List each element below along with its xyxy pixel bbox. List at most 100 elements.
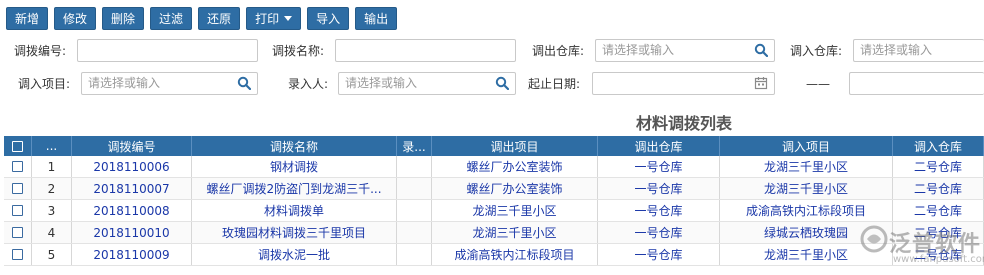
date-separator: —— <box>806 77 830 91</box>
row-code-link[interactable]: 2018110010 <box>72 222 192 243</box>
in-project-label: 调入项目: <box>18 77 71 91</box>
edit-button[interactable]: 修改 <box>54 6 97 30</box>
row-select-cell[interactable] <box>4 222 32 243</box>
table-header: ... 调拨编号 调拨名称 录... 调出项目 调出仓库 调入项目 调入仓库 <box>4 136 984 156</box>
select-all-cell[interactable] <box>4 136 32 156</box>
row-select-cell[interactable] <box>4 178 32 199</box>
row-index: 1 <box>32 156 72 177</box>
row-code-link[interactable]: 2018110006 <box>72 156 192 177</box>
logo-icon <box>860 225 888 253</box>
toolbar: 新增 修改 删除 过滤 还原 打印 导入 输出 <box>0 0 984 36</box>
in-warehouse-input[interactable]: 请选择或输入 <box>853 39 984 62</box>
search-icon[interactable] <box>237 76 251 90</box>
row-name-link[interactable]: 调拨水泥一批 <box>192 244 397 265</box>
row-in-warehouse: 二号仓库 <box>893 200 984 221</box>
header-index[interactable]: ... <box>32 136 72 156</box>
row-select-cell[interactable] <box>4 200 32 221</box>
row-out-warehouse: 一号仓库 <box>598 200 720 221</box>
row-index: 5 <box>32 244 72 265</box>
header-code[interactable]: 调拨编号 <box>72 136 192 156</box>
table-row[interactable]: 1 2018110006 钢材调拨 螺丝厂办公室装饰 一号仓库 龙湖三千里小区 … <box>4 156 984 178</box>
watermark-logo: 泛普软件 www.fanpusoft.com <box>855 222 984 272</box>
select-all-checkbox[interactable] <box>12 140 23 152</box>
calendar-icon[interactable] <box>754 76 768 90</box>
header-in-warehouse[interactable]: 调入仓库 <box>893 136 984 156</box>
start-date-input[interactable] <box>592 72 775 95</box>
transfer-code-label: 调拨编号: <box>14 44 67 58</box>
row-recorder <box>397 178 432 199</box>
in-warehouse-label: 调入仓库: <box>790 44 843 58</box>
row-select-cell[interactable] <box>4 156 32 177</box>
row-code-link[interactable]: 2018110007 <box>72 178 192 199</box>
row-out-warehouse: 一号仓库 <box>598 156 720 177</box>
import-button-label: 导入 <box>316 11 341 26</box>
search-icon[interactable] <box>754 43 768 57</box>
row-select-cell[interactable] <box>4 244 32 265</box>
row-in-project: 龙湖三千里小区 <box>720 156 893 177</box>
header-in-project[interactable]: 调入项目 <box>720 136 893 156</box>
reset-button-label: 还原 <box>207 11 232 26</box>
filter-button[interactable]: 过滤 <box>150 6 193 30</box>
row-out-project: 成渝高铁内江标段项目 <box>432 244 598 265</box>
export-button[interactable]: 输出 <box>355 6 398 30</box>
print-button-label: 打印 <box>255 11 280 26</box>
delete-button-label: 删除 <box>111 11 136 26</box>
reset-button[interactable]: 还原 <box>198 6 241 30</box>
edit-button-label: 修改 <box>63 11 88 26</box>
row-name-link[interactable]: 玫瑰园材料调拨三千里项目 <box>192 222 397 243</box>
row-out-warehouse: 一号仓库 <box>598 178 720 199</box>
in-project-placeholder: 请选择或输入 <box>88 76 161 90</box>
header-out-warehouse[interactable]: 调出仓库 <box>598 136 720 156</box>
row-out-warehouse: 一号仓库 <box>598 222 720 243</box>
row-in-warehouse: 二号仓库 <box>893 156 984 177</box>
row-recorder <box>397 156 432 177</box>
print-button[interactable]: 打印 <box>246 6 302 30</box>
row-checkbox[interactable] <box>12 183 23 194</box>
row-checkbox[interactable] <box>12 205 23 216</box>
watermark-url: www.fanpusoft.com <box>893 254 984 265</box>
transfer-name-input[interactable] <box>335 39 516 62</box>
row-recorder <box>397 244 432 265</box>
row-checkbox[interactable] <box>12 161 23 172</box>
row-code-link[interactable]: 2018110009 <box>72 244 192 265</box>
out-warehouse-placeholder: 请选择或输入 <box>602 43 675 57</box>
filter-button-label: 过滤 <box>159 11 184 26</box>
row-in-project: 成渝高铁内江标段项目 <box>720 200 893 221</box>
table-row[interactable]: 3 2018110008 材料调拨单 龙湖三千里小区 一号仓库 成渝高铁内江标段… <box>4 200 984 222</box>
table-title: 材料调拨列表 <box>636 114 733 133</box>
row-out-warehouse: 一号仓库 <box>598 244 720 265</box>
export-button-label: 输出 <box>364 11 389 26</box>
row-code-link[interactable]: 2018110008 <box>72 200 192 221</box>
row-index: 3 <box>32 200 72 221</box>
out-warehouse-input[interactable]: 请选择或输入 <box>595 39 775 62</box>
in-warehouse-placeholder: 请选择或输入 <box>860 43 933 57</box>
row-in-project: 龙湖三千里小区 <box>720 178 893 199</box>
table-row[interactable]: 2 2018110007 螺丝厂调拨2防盗门到龙湖三千... 螺丝厂办公室装饰 … <box>4 178 984 200</box>
row-recorder <box>397 222 432 243</box>
row-index: 2 <box>32 178 72 199</box>
row-checkbox[interactable] <box>12 227 23 238</box>
import-button[interactable]: 导入 <box>307 6 350 30</box>
header-recorder[interactable]: 录... <box>397 136 432 156</box>
row-checkbox[interactable] <box>12 249 23 260</box>
delete-button[interactable]: 删除 <box>102 6 145 30</box>
row-name-link[interactable]: 螺丝厂调拨2防盗门到龙湖三千... <box>192 178 397 199</box>
table-row[interactable]: 5 2018110009 调拨水泥一批 成渝高铁内江标段项目 一号仓库 龙湖三千… <box>4 244 984 266</box>
date-range-label: 起止日期: <box>528 77 581 91</box>
end-date-input[interactable] <box>849 72 984 95</box>
row-index: 4 <box>32 222 72 243</box>
header-name[interactable]: 调拨名称 <box>192 136 397 156</box>
row-in-warehouse: 二号仓库 <box>893 178 984 199</box>
recorder-input[interactable]: 请选择或输入 <box>338 72 516 95</box>
chevron-down-icon <box>284 15 293 21</box>
add-button[interactable]: 新增 <box>6 6 49 30</box>
header-out-project[interactable]: 调出项目 <box>432 136 598 156</box>
search-icon[interactable] <box>495 76 509 90</box>
row-name-link[interactable]: 材料调拨单 <box>192 200 397 221</box>
row-out-project: 螺丝厂办公室装饰 <box>432 178 598 199</box>
transfer-code-input[interactable] <box>77 39 258 62</box>
row-name-link[interactable]: 钢材调拨 <box>192 156 397 177</box>
table-row[interactable]: 4 2018110010 玫瑰园材料调拨三千里项目 龙湖三千里小区 一号仓库 绿… <box>4 222 984 244</box>
in-project-input[interactable]: 请选择或输入 <box>81 72 258 95</box>
row-out-project: 龙湖三千里小区 <box>432 222 598 243</box>
